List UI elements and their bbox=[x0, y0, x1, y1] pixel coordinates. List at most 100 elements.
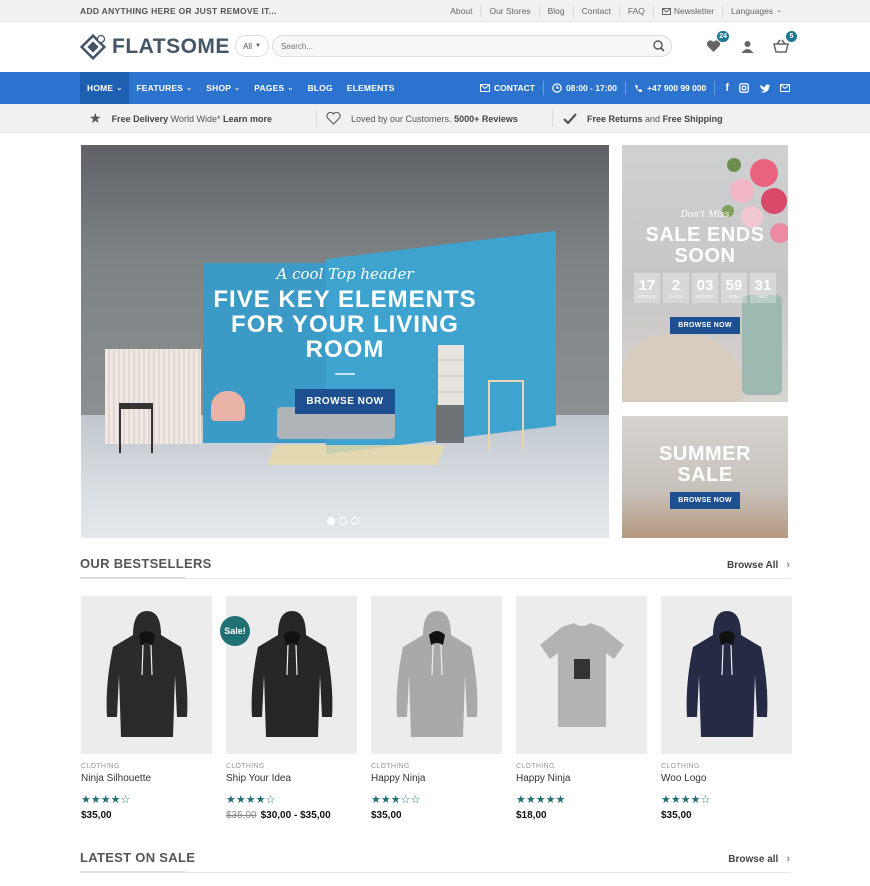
product-image[interactable] bbox=[516, 596, 647, 754]
product-card[interactable]: Sale! CLOTHING Ship Your Idea ★ ★ ★ ★ ☆ $35,… bbox=[220, 596, 357, 821]
facebook-icon[interactable]: f bbox=[725, 82, 729, 94]
product-name[interactable]: Happy Ninja bbox=[371, 773, 502, 784]
slider-dot[interactable] bbox=[339, 517, 347, 525]
logo[interactable]: FLATSOME bbox=[80, 34, 230, 60]
usp-reviews-text: Loved by our Customers. 5000+ Reviews bbox=[351, 114, 518, 124]
summer-sale-banner[interactable]: SUMMER SALE BROWSE NOW bbox=[622, 416, 788, 538]
product-name[interactable]: Ninja Silhouette bbox=[81, 773, 212, 784]
usp-shipping-bold: Free Shipping bbox=[662, 113, 723, 124]
product-card[interactable]: CLOTHING Woo Logo ★ ★ ★ ★ ☆ $35,00 bbox=[661, 596, 792, 821]
newsletter-label: Newsletter bbox=[673, 6, 715, 16]
banner-title-line: SALE bbox=[677, 464, 733, 486]
sale-browse-button[interactable]: BROWSE NOW bbox=[670, 317, 740, 334]
sale-ends-banner[interactable]: Don't Miss SALE ENDS SOON 17 WEEKS 2 DAYS … bbox=[622, 145, 788, 402]
product-price: $18,00 bbox=[516, 810, 647, 821]
phone-icon bbox=[635, 84, 642, 92]
product-image[interactable] bbox=[371, 596, 502, 754]
link-about[interactable]: About bbox=[442, 5, 480, 17]
link-blog[interactable]: Blog bbox=[538, 5, 573, 17]
product-category[interactable]: CLOTHING bbox=[371, 763, 502, 770]
countdown-weeks: 17 WEEKS bbox=[634, 273, 660, 303]
usp-reviews-bold: 5000+ Reviews bbox=[454, 113, 518, 124]
star-filled-icon: ★ bbox=[100, 794, 111, 806]
nav-label: FEATURES bbox=[136, 83, 184, 93]
star-filled-icon: ★ bbox=[226, 794, 236, 806]
user-icon bbox=[741, 40, 753, 53]
star-filled-icon: ★ bbox=[680, 794, 691, 806]
search-category-value: All bbox=[243, 41, 252, 51]
countdown-value: 17 bbox=[638, 276, 656, 294]
product-image[interactable] bbox=[81, 596, 212, 754]
product-current-price: $30,00 - $35,00 bbox=[260, 810, 331, 821]
twitter-icon[interactable] bbox=[759, 84, 770, 93]
nav-item-shop[interactable]: SHOP ⌄ bbox=[199, 72, 247, 104]
product-category[interactable]: CLOTHING bbox=[661, 763, 792, 770]
nav-item-pages[interactable]: PAGES ⌄ bbox=[247, 72, 300, 104]
product-name[interactable]: Ship Your Idea bbox=[226, 773, 357, 784]
product-rating: ★ ★ ★ ★ ☆ bbox=[226, 793, 357, 806]
product-name[interactable]: Happy Ninja bbox=[516, 773, 647, 784]
tshirt-image bbox=[539, 623, 624, 727]
search-icon[interactable] bbox=[653, 40, 665, 52]
summer-browse-button[interactable]: BROWSE NOW bbox=[670, 492, 740, 509]
nav-label: ELEMENTS bbox=[346, 83, 395, 93]
chevron-right-icon: › bbox=[786, 559, 790, 571]
nav-item-home[interactable]: HOME ⌄ bbox=[80, 72, 130, 104]
usp-bar: ★ Free Delivery World Wide* Learn more L… bbox=[0, 104, 870, 133]
usp-learn-more-link[interactable]: Learn more bbox=[223, 114, 272, 124]
nav-phone[interactable]: +47 900 99 000 bbox=[625, 81, 714, 95]
star-filled-icon: ★ bbox=[535, 794, 546, 806]
star-filled-icon: ★ bbox=[110, 794, 121, 806]
wishlist-count-badge: 24 bbox=[716, 30, 730, 43]
nav-item-blog[interactable]: BLOG bbox=[300, 72, 339, 104]
star-filled-icon: ★ bbox=[545, 794, 556, 806]
slider-dot[interactable] bbox=[351, 517, 359, 525]
star-filled-icon: ★ bbox=[690, 794, 701, 806]
banner-title-line: SALE ENDS bbox=[645, 224, 765, 246]
link-our-stores[interactable]: Our Stores bbox=[480, 5, 538, 17]
slider-dot[interactable] bbox=[327, 517, 335, 525]
product-card[interactable]: CLOTHING Ninja Silhouette ★ ★ ★ ★ ☆ $35,00 bbox=[81, 596, 212, 821]
hero-browse-button[interactable]: BROWSE NOW bbox=[295, 389, 395, 414]
product-name[interactable]: Woo Logo bbox=[661, 773, 792, 784]
languages-dropdown[interactable]: Languages ⌄ bbox=[722, 5, 790, 17]
browse-all-link[interactable]: Browse all › bbox=[728, 853, 790, 865]
hoodie-image bbox=[686, 611, 767, 737]
wishlist-button[interactable]: 24 bbox=[704, 30, 730, 55]
email-icon[interactable] bbox=[780, 84, 790, 92]
product-category[interactable]: CLOTHING bbox=[226, 763, 357, 770]
link-faq[interactable]: FAQ bbox=[618, 5, 653, 17]
product-category[interactable]: CLOTHING bbox=[516, 763, 647, 770]
product-image[interactable] bbox=[661, 596, 792, 754]
hero-title: FIVE KEY ELEMENTS FOR YOUR LIVING ROOM bbox=[81, 287, 609, 362]
star-filled-icon: ★ bbox=[670, 794, 681, 806]
product-category[interactable]: CLOTHING bbox=[81, 763, 212, 770]
star-empty-icon: ☆ bbox=[700, 794, 711, 806]
nav-label: HOME bbox=[87, 83, 114, 93]
account-button[interactable] bbox=[738, 37, 756, 55]
clock-icon bbox=[552, 83, 562, 93]
usp-reviews-pre: Loved by our Customers. bbox=[351, 113, 455, 124]
chevron-down-icon: ⌄ bbox=[116, 85, 123, 92]
nav-contact-link[interactable]: CONTACT bbox=[472, 81, 543, 95]
browse-all-link[interactable]: Browse All › bbox=[727, 559, 790, 571]
link-contact[interactable]: Contact bbox=[572, 5, 619, 17]
nav-item-elements[interactable]: ELEMENTS bbox=[340, 72, 402, 104]
hoodie-image bbox=[251, 611, 332, 737]
product-card[interactable]: CLOTHING Happy Ninja ★ ★ ★ ★ ★ $18,00 bbox=[516, 596, 647, 821]
star-filled-icon: ★ bbox=[81, 794, 91, 806]
product-price: $35,00 bbox=[661, 810, 792, 821]
cart-button[interactable]: 5 bbox=[772, 30, 798, 55]
banner-vase bbox=[742, 295, 782, 395]
usp-delivery-bold: Free Delivery bbox=[111, 113, 169, 124]
slider-dots bbox=[327, 517, 359, 525]
instagram-icon[interactable] bbox=[739, 83, 749, 93]
hero-slider[interactable]: A cool Top header FIVE KEY ELEMENTS FOR … bbox=[81, 145, 609, 538]
product-card[interactable]: CLOTHING Happy Ninja ★ ★ ★ ☆ ☆ $35,00 bbox=[371, 596, 502, 821]
countdown-hours: 03 HOURS bbox=[692, 273, 718, 303]
search-category-select[interactable]: All ▼ bbox=[235, 35, 269, 57]
link-newsletter[interactable]: Newsletter bbox=[652, 5, 722, 17]
header-icons: 24 5 bbox=[704, 30, 798, 55]
search-input[interactable] bbox=[281, 36, 641, 57]
nav-item-features[interactable]: FEATURES ⌄ bbox=[129, 72, 199, 104]
